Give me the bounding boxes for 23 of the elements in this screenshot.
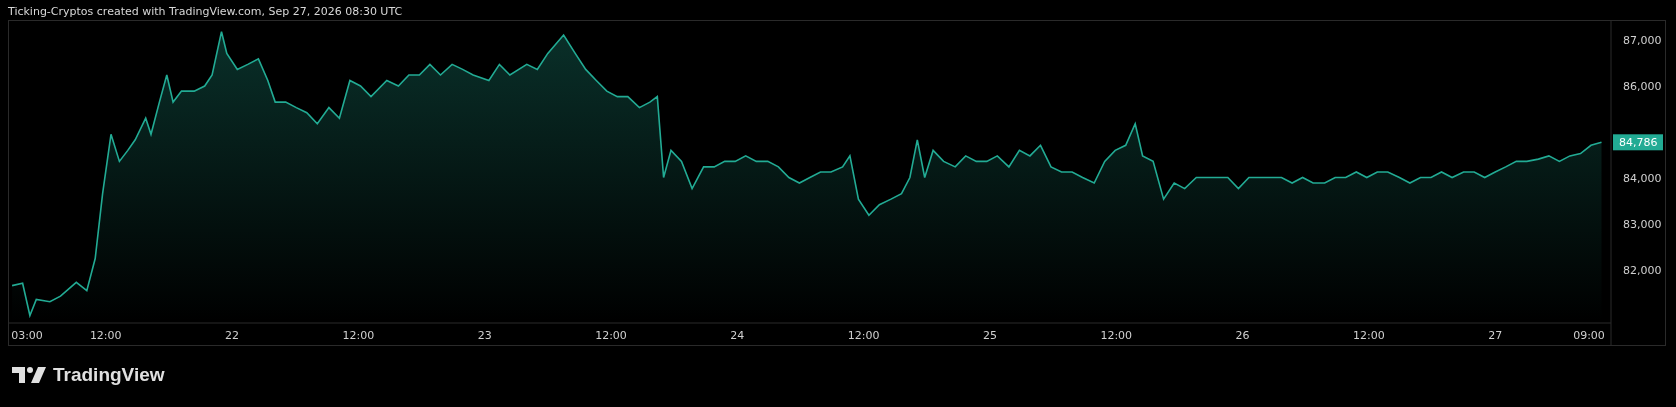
x-axis-label: 26 bbox=[1235, 329, 1250, 342]
last-price-badge: 84,786 bbox=[1613, 134, 1663, 151]
x-axis-label: 12:00 bbox=[1100, 329, 1133, 342]
chart-caption: Ticking-Cryptos created with TradingView.com, Sep 27, 2026 08:30 UTC bbox=[7, 4, 404, 20]
x-axis-label: 24 bbox=[730, 329, 745, 342]
logo-icon bbox=[12, 367, 46, 383]
x-axis-label: 03:00 bbox=[11, 329, 43, 342]
x-axis-label: 12:00 bbox=[847, 329, 880, 342]
x-axis-label: 12:00 bbox=[89, 329, 122, 342]
logo-text: TradingView bbox=[53, 364, 165, 386]
x-axis-label: 25 bbox=[982, 329, 997, 342]
y-axis-label: 82,000 bbox=[1623, 264, 1662, 278]
y-axis-label: 86,000 bbox=[1623, 80, 1662, 94]
x-axis-label: 09:00 bbox=[1573, 329, 1605, 342]
x-axis-label: 22 bbox=[225, 329, 240, 342]
y-axis-label: 87,000 bbox=[1623, 34, 1662, 48]
x-axis-label: 27 bbox=[1488, 329, 1503, 342]
y-axis-label: 84,000 bbox=[1623, 172, 1662, 186]
x-axis-label: 12:00 bbox=[1353, 329, 1385, 342]
y-axis-label: 83,000 bbox=[1623, 218, 1662, 232]
x-axis-label: 23 bbox=[477, 329, 492, 342]
x-axis-label: 12:00 bbox=[342, 329, 375, 342]
x-axis-label: 12:00 bbox=[595, 329, 627, 342]
